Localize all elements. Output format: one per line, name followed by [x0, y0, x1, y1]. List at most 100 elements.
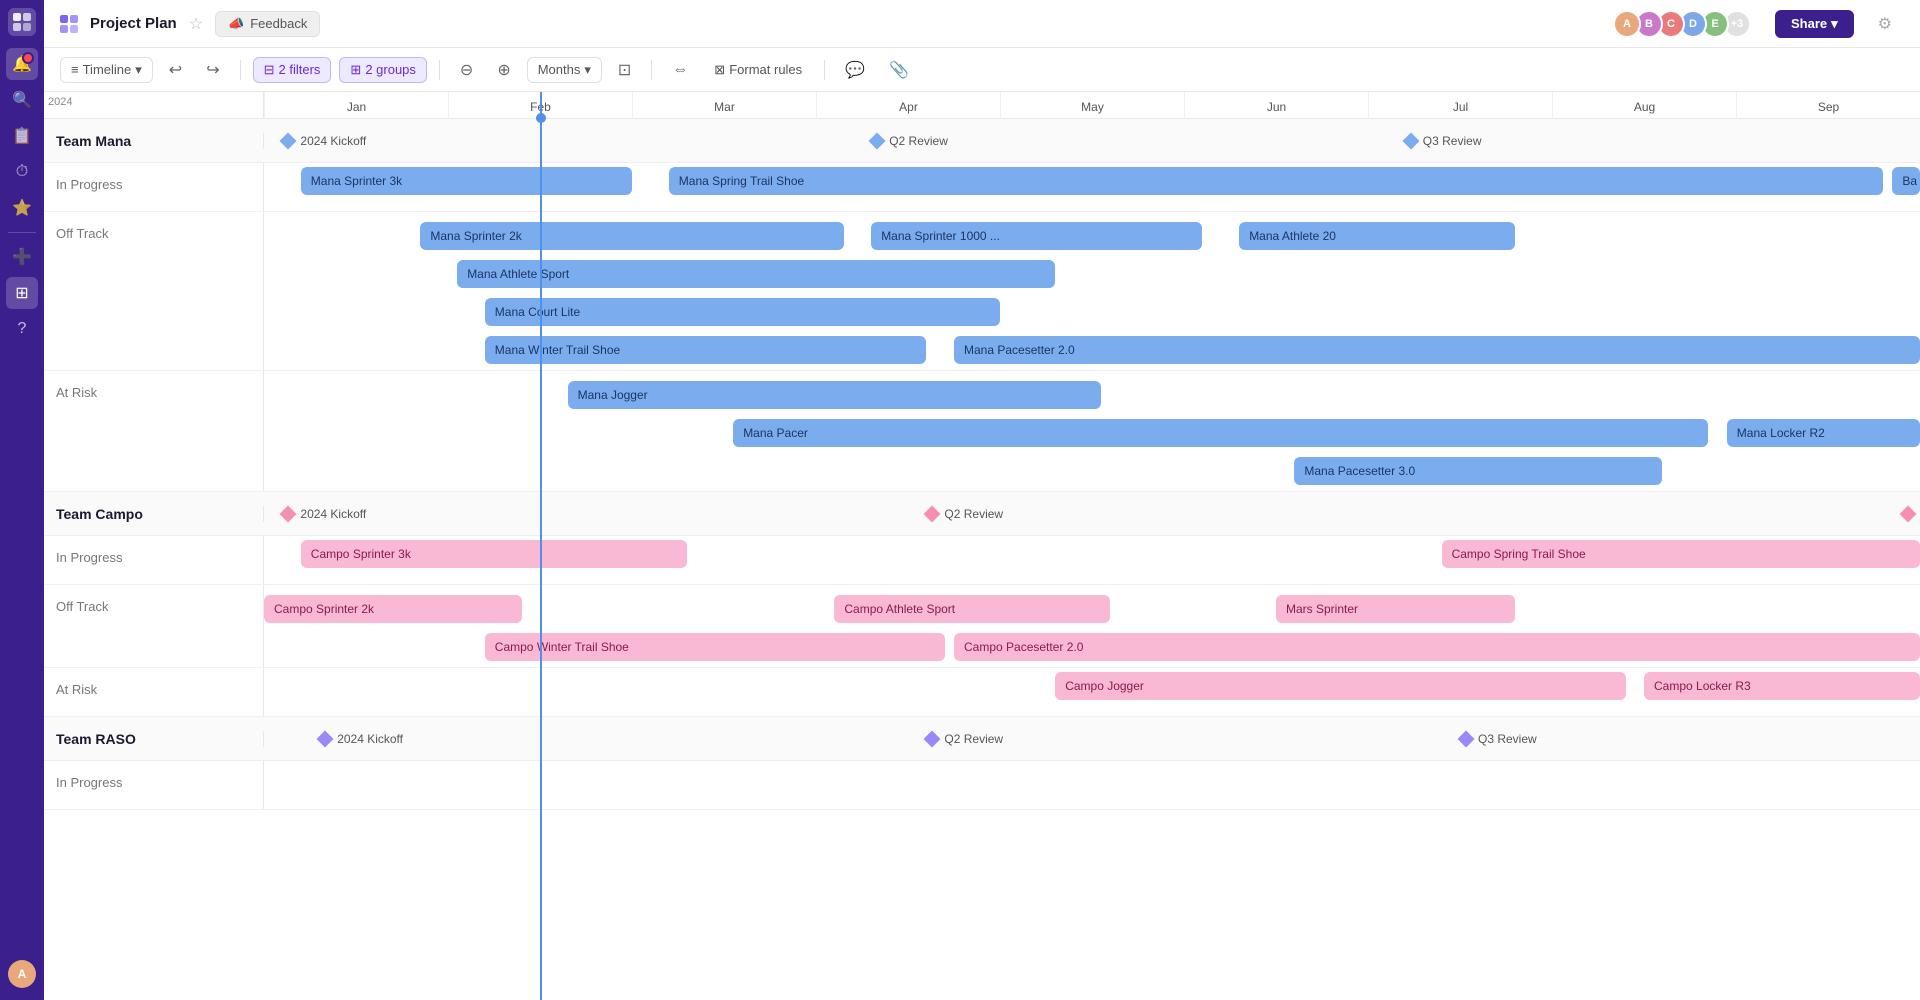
gantt-bar[interactable]: Mana Pacer [733, 419, 1708, 447]
comment-button[interactable]: 💬 [837, 56, 873, 84]
milestone[interactable]: 2024 Kickoff [319, 732, 403, 746]
team-milestone-row: 2024 Kickoff Q2 Review Q3 Review [264, 119, 1920, 163]
calendar-icon-button[interactable]: ⊡ [610, 56, 639, 84]
gantt-bar[interactable]: Mana Athlete 20 [1239, 222, 1515, 250]
bar-row: Mana Pacer Mana Locker R2 [264, 415, 1920, 453]
bar-row: Campo Winter Trail Shoe Campo Pacesetter … [264, 629, 1920, 667]
gantt-bar[interactable]: Mana Sprinter 3k [301, 167, 632, 195]
month-sep: Sep [1736, 92, 1920, 118]
gantt-bar[interactable]: Mana Athlete Sport [457, 260, 1055, 288]
gantt-bar[interactable]: Mana Spring Trail Shoe [669, 167, 1883, 195]
month-feb: Feb [448, 92, 632, 118]
sidebar-user-avatar[interactable]: A [8, 960, 36, 988]
milestone[interactable]: Q2 Review [871, 134, 948, 148]
milestone[interactable]: Q2 Review [926, 732, 1003, 746]
undo-button[interactable]: ↩ [161, 56, 190, 84]
gantt-bar[interactable]: Campo Sprinter 2k [264, 595, 522, 623]
milestone-diamond-icon [317, 730, 334, 747]
months-button[interactable]: Months ▾ [527, 57, 602, 83]
status-row: In ProgressMana Sprinter 3kMana Spring T… [44, 163, 1920, 212]
month-mar: Mar [632, 92, 816, 118]
gantt-bar[interactable]: Mana Sprinter 2k [420, 222, 843, 250]
gantt-bar[interactable]: Campo Locker R3 [1644, 672, 1920, 700]
sidebar-item-add[interactable]: ➕ [6, 241, 38, 273]
gantt-bar[interactable]: Campo Jogger [1055, 672, 1625, 700]
gantt-bar[interactable]: Mana Winter Trail Shoe [485, 336, 927, 364]
filters-button[interactable]: ⊟ 2 filters [253, 57, 332, 83]
sidebar-item-help[interactable]: ? [6, 313, 38, 345]
team-header-row: Team Mana2024 KickoffQ2 ReviewQ3 Review [44, 119, 1920, 163]
milestone[interactable]: 2024 Kickoff [282, 507, 366, 521]
gantt-bar[interactable]: Campo Sprinter 3k [301, 540, 687, 568]
toolbar-separator-2 [439, 60, 440, 80]
milestone-label: 2024 Kickoff [337, 732, 403, 746]
bar-row: Mana Court Lite [264, 294, 1920, 332]
milestone[interactable]: Q3 Review [1902, 507, 1920, 521]
timeline-label-col: 2024 [44, 92, 264, 118]
status-row: At RiskMana JoggerMana PacerMana Locker … [44, 371, 1920, 492]
topbar: Project Plan ☆ 📣 Feedback A B C D E +3 S… [44, 0, 1920, 48]
chevron-down-icon: ▾ [1831, 16, 1838, 32]
status-label: In Progress [44, 761, 264, 809]
month-may: May [1000, 92, 1184, 118]
gantt-bar[interactable]: Mana Court Lite [485, 298, 1000, 326]
gantt-bar[interactable]: Mana Jogger [568, 381, 1102, 409]
gantt-bar[interactable]: Mars Sprinter [1276, 595, 1515, 623]
sidebar-item-notifications[interactable]: 🔔 [6, 48, 38, 80]
month-aug: Aug [1552, 92, 1736, 118]
status-label: At Risk [44, 668, 264, 716]
milestone[interactable]: Q3 Review [1460, 732, 1537, 746]
toolbar: ≡ Timeline ▾ ↩ ↪ ⊟ 2 filters ⊞ 2 groups … [44, 48, 1920, 92]
redo-button[interactable]: ↪ [198, 56, 227, 84]
timeline-container[interactable]: 2024 Jan Feb Mar [44, 92, 1920, 1000]
milestone[interactable]: 2024 Kickoff [282, 134, 366, 148]
gantt-bar[interactable]: Mana Locker R2 [1727, 419, 1920, 447]
team-header-row: Team Campo2024 KickoffQ2 ReviewQ3 Review [44, 492, 1920, 536]
zoom-in-button[interactable]: ⊕ [489, 56, 518, 84]
gantt-bar[interactable]: Campo Athlete Sport [834, 595, 1110, 623]
milestone-diamond-icon [869, 132, 886, 149]
milestone[interactable]: Q3 Review [1405, 134, 1482, 148]
status-row: In ProgressCampo Sprinter 3kCampo Spring… [44, 536, 1920, 585]
gantt-bar[interactable]: Mana Pacesetter 2.0 [954, 336, 1920, 364]
milestone-diamond-icon [924, 730, 941, 747]
sidebar-item-projects[interactable]: 📋 [6, 120, 38, 152]
timeline-view-button[interactable]: ≡ Timeline ▾ [60, 57, 153, 83]
sidebar-item-timeline[interactable]: ⏱ [6, 156, 38, 188]
gantt-bar[interactable]: Campo Pacesetter 2.0 [954, 633, 1920, 661]
avatar-1[interactable]: A [1613, 10, 1641, 38]
status-bars-container: Mana Sprinter 2k Mana Sprinter 1000 ... Ma… [264, 212, 1920, 370]
gantt-bar[interactable]: Mana Pacesetter 3.0 [1294, 457, 1662, 485]
sidebar-item-favorites[interactable]: ⭐ [6, 192, 38, 224]
share-button[interactable]: Share ▾ [1775, 10, 1854, 38]
feedback-button[interactable]: 📣 Feedback [215, 11, 320, 37]
zoom-out-button[interactable]: ⊖ [452, 56, 481, 84]
gantt-bar[interactable]: Campo Spring Trail Shoe [1442, 540, 1920, 568]
avatar-group: A B C D E +3 [1619, 10, 1751, 38]
sidebar-logo[interactable] [8, 8, 36, 36]
milestone-label: Q3 Review [1478, 732, 1537, 746]
milestone-label: Q2 Review [944, 507, 1003, 521]
attachment-button[interactable]: 📎 [881, 56, 917, 84]
team-milestone-row: 2024 Kickoff Q2 Review Q3 Review [264, 717, 1920, 761]
settings-icon[interactable]: ⚙ [1866, 14, 1904, 34]
bar-row: Mana Sprinter 2k Mana Sprinter 1000 ... Ma… [264, 218, 1920, 256]
team-header-row: Team RASO2024 KickoffQ2 ReviewQ3 Review [44, 717, 1920, 761]
milestone[interactable]: Q2 Review [926, 507, 1003, 521]
gantt-bar[interactable]: Campo Winter Trail Shoe [485, 633, 945, 661]
main-content: Project Plan ☆ 📣 Feedback A B C D E +3 S… [44, 0, 1920, 1000]
bar-row: Mana Winter Trail Shoe Mana Pacesetter 2.… [264, 332, 1920, 370]
milestone-label: 2024 Kickoff [300, 134, 366, 148]
sidebar-item-search[interactable]: 🔍 [6, 84, 38, 116]
status-bars-container: Campo Sprinter 2k Campo Athlete Sport Mars… [264, 585, 1920, 667]
sidebar-item-grid[interactable]: ⊞ [6, 277, 38, 309]
expand-button[interactable]: ⇔ [664, 57, 696, 83]
status-row: Off TrackMana Sprinter 2kMana Sprinter 1… [44, 212, 1920, 371]
format-rules-button[interactable]: ⊠ Format rules [704, 58, 812, 82]
groups-button[interactable]: ⊞ 2 groups [339, 57, 427, 83]
star-icon[interactable]: ☆ [189, 14, 203, 34]
gantt-bar[interactable]: Mana Sprinter 1000 ... [871, 222, 1202, 250]
megaphone-icon: 📣 [228, 16, 244, 32]
gantt-bar[interactable]: Ba [1892, 167, 1920, 195]
toolbar-separator-4 [824, 60, 825, 80]
